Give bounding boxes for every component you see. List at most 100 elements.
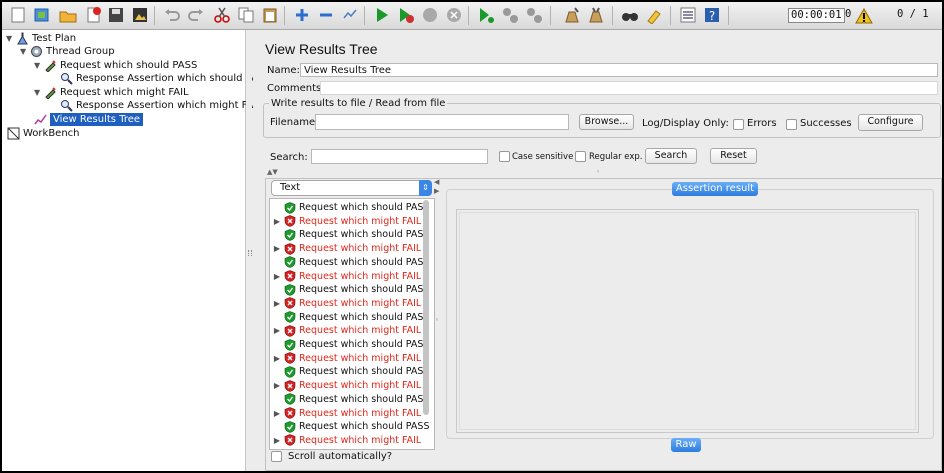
search-input[interactable] (311, 149, 488, 164)
reset-button[interactable]: Reset (710, 148, 757, 164)
select-arrows-icon[interactable]: ⇕ (419, 180, 432, 196)
expand-arrow-icon[interactable]: ▶ (270, 324, 284, 337)
remote-shutdown-icon[interactable] (524, 5, 544, 25)
save-image-icon[interactable] (130, 5, 150, 25)
remote-start-icon[interactable] (476, 5, 496, 25)
scroll-automatically-option[interactable]: Scroll automatically? (271, 451, 392, 462)
expand-arrow-icon[interactable]: ▶ (270, 434, 284, 447)
tree-node-label: Test Plan (32, 33, 77, 44)
result-row-fail[interactable]: ▶ Request which might FAIL (270, 297, 421, 310)
expand-arrow-icon[interactable]: ▼ (34, 59, 43, 72)
results-scrollbar[interactable] (423, 200, 429, 446)
filename-field[interactable] (315, 114, 569, 130)
tree-node-label: Request which might FAIL (60, 87, 189, 98)
warning-icon[interactable] (854, 6, 874, 26)
main-splitter[interactable] (246, 30, 252, 471)
tree-node-assertion-pass[interactable]: Response Assertion which should PASS (59, 72, 271, 85)
result-row-fail[interactable]: ▶ Request which might FAIL (270, 379, 421, 392)
split-grip-icon[interactable]: ◦ (596, 168, 600, 176)
result-row-fail[interactable]: ▶ Request which might FAIL (270, 270, 421, 283)
result-row-pass[interactable]: Request which should PASS (270, 228, 429, 241)
expand-arrow-icon[interactable]: ▶ (270, 297, 284, 310)
expand-arrow-icon[interactable]: ▶ (270, 407, 284, 420)
expand-arrow-icon[interactable]: ▶ (270, 379, 284, 392)
search-icon[interactable] (620, 5, 640, 25)
configure-button[interactable]: Configure (858, 114, 923, 131)
templates-icon[interactable] (32, 5, 52, 25)
start-icon[interactable] (372, 5, 392, 25)
shutdown-icon[interactable] (444, 5, 464, 25)
result-row-fail[interactable]: ▶ Request which might FAIL (270, 324, 421, 337)
results-list[interactable]: Request which should PASS ▶ Request which … (269, 198, 435, 450)
result-row-fail[interactable]: ▶ Request which might FAIL (270, 242, 421, 255)
tab-raw[interactable]: Raw (671, 438, 701, 452)
result-row-fail[interactable]: ▶ Request which might FAIL (270, 215, 421, 228)
redo-icon[interactable] (186, 5, 206, 25)
tree-node-assertion-fail[interactable]: Response Assertion which might FAIL (59, 99, 262, 112)
fail-shield-icon (284, 270, 299, 282)
tree-node-thread-group[interactable]: ▼ Thread Group (20, 45, 115, 58)
results-splitter-grip-icon[interactable]: ◦ (435, 316, 439, 324)
undo-icon[interactable] (162, 5, 182, 25)
expand-arrow-icon[interactable]: ▶ (270, 270, 284, 283)
remote-stop-icon[interactable] (500, 5, 520, 25)
stop-icon[interactable] (420, 5, 440, 25)
result-row-pass[interactable]: Request which should PASS (270, 365, 429, 378)
result-row-pass[interactable]: Request which should PASS (270, 420, 429, 433)
expand-all-icon[interactable] (292, 5, 312, 25)
comments-field[interactable] (320, 81, 938, 95)
result-row-fail[interactable]: ▶ Request which might FAIL (270, 407, 421, 420)
result-row-pass[interactable]: Request which should PASS (270, 201, 429, 214)
case-sensitive-checkbox[interactable] (499, 151, 510, 162)
tab-assertion-result[interactable]: Assertion result (672, 182, 758, 196)
collapse-right-icon[interactable]: ▶ (434, 187, 439, 195)
name-field[interactable]: View Results Tree (300, 63, 938, 77)
result-row-fail[interactable]: ▶ Request which might FAIL (270, 434, 421, 447)
function-helper-icon[interactable] (678, 5, 698, 25)
search-button[interactable]: Search (645, 148, 697, 164)
scroll-automatically-checkbox[interactable] (271, 451, 282, 462)
reset-search-icon[interactable] (644, 5, 664, 25)
expand-arrow-icon[interactable]: ▼ (34, 86, 43, 99)
collapse-left-icon[interactable]: ◀ (434, 178, 439, 186)
regex-checkbox[interactable] (575, 151, 586, 162)
result-row-pass[interactable]: Request which should PASS (270, 393, 429, 406)
expand-arrow-icon[interactable]: ▼ (6, 32, 15, 45)
tree-node-label: Request which should PASS (60, 60, 198, 71)
clear-icon[interactable] (562, 5, 582, 25)
help-icon[interactable]: ? (702, 5, 722, 25)
result-row-pass[interactable]: Request which should PASS (270, 338, 429, 351)
assertion-result-text[interactable] (459, 212, 916, 430)
clear-all-icon[interactable] (586, 5, 606, 25)
tree-node-request-fail[interactable]: ▼ Request which might FAIL (34, 86, 189, 99)
jmeter-window: ? 00:00:01 0 0 / 1 ▼ Test Plan ▼ Thread … (2, 2, 942, 471)
copy-icon[interactable] (236, 5, 256, 25)
cut-icon[interactable] (212, 5, 232, 25)
renderer-select[interactable]: Text ⇕ (271, 180, 432, 196)
expand-arrow-icon[interactable]: ▶ (270, 242, 284, 255)
toggle-icon[interactable] (340, 5, 360, 25)
result-row-pass[interactable]: Request which should PASS (270, 283, 429, 296)
new-icon[interactable] (8, 5, 28, 25)
tree-node-workbench[interactable]: WorkBench (6, 127, 80, 140)
expand-arrow-icon[interactable]: ▶ (270, 215, 284, 228)
tree-node-view-results-tree[interactable]: View Results Tree (33, 113, 144, 126)
close-file-icon[interactable] (84, 5, 104, 25)
expand-arrow-icon[interactable]: ▶ (270, 352, 284, 365)
result-row-fail[interactable]: ▶ Request which might FAIL (270, 352, 421, 365)
result-row-pass[interactable]: Request which should PASS (270, 256, 429, 269)
errors-checkbox[interactable] (733, 119, 744, 130)
expand-arrow-icon[interactable]: ▼ (20, 45, 29, 58)
open-icon[interactable] (58, 5, 78, 25)
tree-node-test-plan[interactable]: ▼ Test Plan (6, 32, 76, 45)
successes-checkbox[interactable] (786, 119, 797, 130)
tree-node-request-pass[interactable]: ▼ Request which should PASS (34, 59, 197, 72)
paste-icon[interactable] (260, 5, 280, 25)
collapse-all-icon[interactable] (316, 5, 336, 25)
browse-button[interactable]: Browse... (579, 114, 634, 130)
split-arrows-icon[interactable]: ▲▼ (267, 168, 278, 176)
save-icon[interactable] (106, 5, 126, 25)
result-label: Request which should PASS (299, 311, 430, 323)
start-no-timers-icon[interactable] (396, 5, 416, 25)
result-row-pass[interactable]: Request which should PASS (270, 311, 429, 324)
